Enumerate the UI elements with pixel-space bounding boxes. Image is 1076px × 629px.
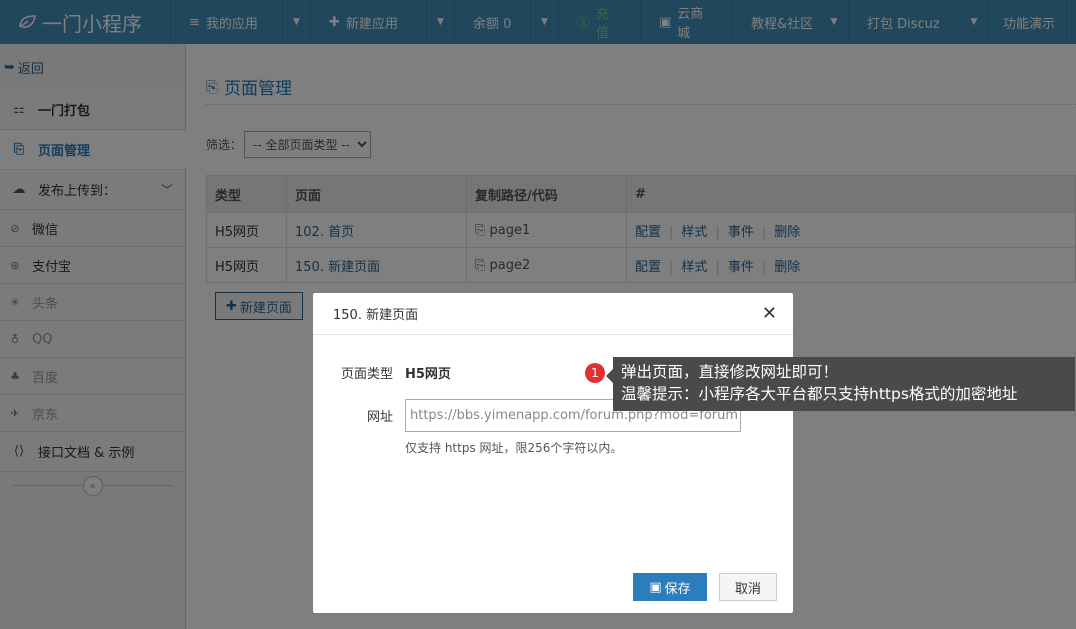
close-icon[interactable]: ✕ bbox=[762, 303, 777, 324]
url-hint: 仅支持 https 网址，限256个字符以内。 bbox=[405, 441, 623, 455]
tooltip-line-2: 温馨提示：小程序各大平台都只支持https格式的加密地址 bbox=[621, 385, 1018, 403]
cancel-button[interactable]: 取消 bbox=[719, 573, 777, 601]
annotation-tooltip: 弹出页面，直接修改网址即可！ 温馨提示：小程序各大平台都只支持https格式的加… bbox=[606, 357, 1075, 411]
page-type-value: H5网页 bbox=[405, 367, 451, 382]
dialog-title: 150. 新建页面 bbox=[333, 308, 419, 323]
save-label: 保存 bbox=[664, 581, 691, 597]
floppy-icon: ▣ bbox=[649, 579, 662, 595]
url-label: 网址 bbox=[366, 410, 393, 425]
save-button[interactable]: ▣ 保存 bbox=[633, 573, 707, 601]
dialog-header: 150. 新建页面 ✕ bbox=[313, 293, 793, 335]
cancel-label: 取消 bbox=[734, 581, 761, 597]
edit-page-dialog: 150. 新建页面 ✕ 页面类型 H5网页 网址 https://bbs.yim… bbox=[313, 293, 793, 613]
tooltip-line-1: 弹出页面，直接修改网址即可！ bbox=[621, 363, 839, 381]
page-type-row: 页面类型 H5网页 bbox=[313, 363, 451, 382]
page-type-label: 页面类型 bbox=[340, 367, 393, 382]
step-badge: 1 bbox=[585, 363, 605, 383]
